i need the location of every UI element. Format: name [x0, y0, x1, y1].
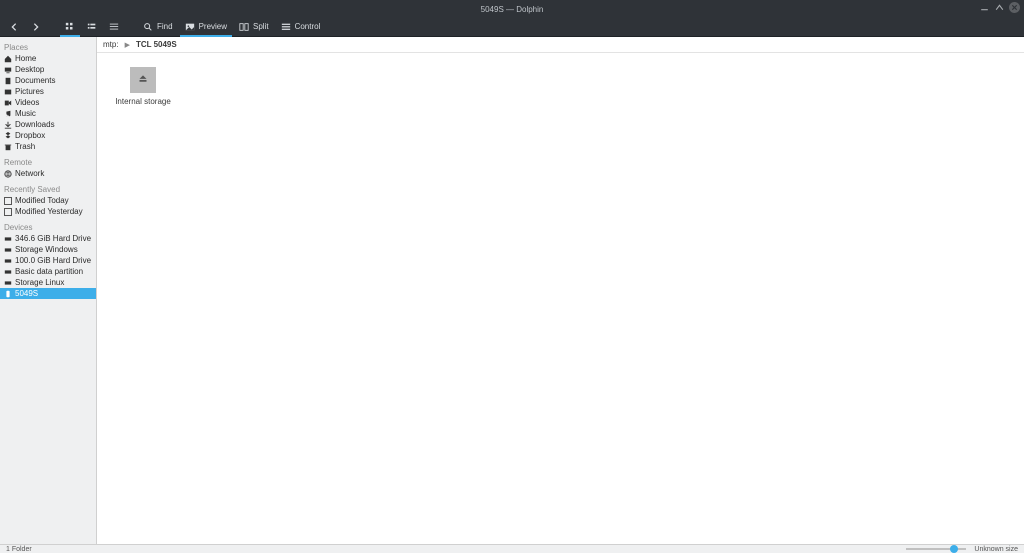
sidebar-item-downloads[interactable]: Downloads [0, 119, 96, 130]
downloads-icon [4, 121, 12, 129]
view-compact-button[interactable] [82, 19, 102, 37]
calendar-icon [4, 208, 12, 216]
sidebar-item-device-1[interactable]: Storage Windows [0, 244, 96, 255]
split-button[interactable]: Split [234, 19, 274, 37]
drive-icon [4, 268, 12, 276]
phone-icon [4, 290, 12, 298]
status-size: Unknown size [974, 546, 1018, 553]
trash-icon [4, 143, 12, 151]
sidebar-item-modified-yesterday[interactable]: Modified Yesterday [0, 206, 96, 217]
control-button[interactable]: Control [276, 19, 326, 37]
window-title: 5049S — Dolphin [481, 5, 544, 14]
main-area: mtp: ▶ TCL 5049S Internal storage [96, 37, 1024, 544]
music-icon [4, 110, 12, 118]
network-icon [4, 170, 12, 178]
search-icon [143, 22, 153, 32]
sidebar-item-documents[interactable]: Documents [0, 75, 96, 86]
view-icons-button[interactable] [60, 19, 80, 37]
sidebar-item-music[interactable]: Music [0, 108, 96, 119]
preview-icon [185, 22, 195, 32]
sidebar-item-desktop[interactable]: Desktop [0, 64, 96, 75]
sidebar-item-network[interactable]: Network [0, 168, 96, 179]
statusbar: 1 Folder Unknown size [0, 544, 1024, 553]
breadcrumb-segment-1[interactable]: TCL 5049S [136, 40, 177, 49]
dropbox-icon [4, 132, 12, 140]
sidebar-item-device-2[interactable]: 100.0 GiB Hard Drive [0, 255, 96, 266]
places-header: Places [0, 41, 96, 53]
sidebar-item-videos[interactable]: Videos [0, 97, 96, 108]
titlebar: 5049S — Dolphin [0, 0, 1024, 19]
file-label: Internal storage [111, 97, 175, 106]
split-icon [239, 22, 249, 32]
file-view[interactable]: Internal storage [97, 53, 1024, 544]
desktop-icon [4, 66, 12, 74]
zoom-slider[interactable] [906, 548, 966, 550]
minimize-button[interactable] [979, 2, 990, 13]
back-button[interactable] [4, 19, 24, 37]
removable-storage-icon [130, 67, 156, 93]
preview-button[interactable]: Preview [180, 19, 232, 37]
sidebar-item-pictures[interactable]: Pictures [0, 86, 96, 97]
breadcrumb-segment-0[interactable]: mtp: [103, 40, 119, 49]
forward-button[interactable] [26, 19, 46, 37]
devices-header: Devices [0, 221, 96, 233]
sidebar-item-device-5[interactable]: 5049S [0, 288, 96, 299]
drive-icon [4, 257, 12, 265]
details-icon [109, 22, 119, 32]
close-button[interactable] [1009, 2, 1020, 13]
sidebar-item-home[interactable]: Home [0, 53, 96, 64]
sidebar-item-device-0[interactable]: 346.6 GiB Hard Drive [0, 233, 96, 244]
status-count: 1 Folder [6, 546, 32, 553]
maximize-button[interactable] [994, 2, 1005, 13]
grid-icon [65, 22, 75, 32]
folder-internal-storage[interactable]: Internal storage [111, 67, 175, 106]
drive-icon [4, 235, 12, 243]
drive-icon [4, 279, 12, 287]
compact-icon [87, 22, 97, 32]
drive-icon [4, 246, 12, 254]
sidebar-item-modified-today[interactable]: Modified Today [0, 195, 96, 206]
home-icon [4, 55, 12, 63]
view-details-button[interactable] [104, 19, 124, 37]
menu-icon [281, 22, 291, 32]
videos-icon [4, 99, 12, 107]
sidebar-item-trash[interactable]: Trash [0, 141, 96, 152]
find-button[interactable]: Find [138, 19, 178, 37]
chevron-right-icon: ▶ [125, 41, 130, 49]
arrow-right-icon [31, 22, 41, 32]
toolbar: Find Preview Split Control [0, 19, 1024, 37]
documents-icon [4, 77, 12, 85]
sidebar-item-dropbox[interactable]: Dropbox [0, 130, 96, 141]
remote-header: Remote [0, 156, 96, 168]
sidebar-item-device-4[interactable]: Storage Linux [0, 277, 96, 288]
breadcrumb[interactable]: mtp: ▶ TCL 5049S [97, 37, 1024, 53]
pictures-icon [4, 88, 12, 96]
arrow-left-icon [9, 22, 19, 32]
sidebar: Places Home Desktop Documents Pictures V… [0, 37, 96, 544]
recent-header: Recently Saved [0, 183, 96, 195]
sidebar-item-device-3[interactable]: Basic data partition [0, 266, 96, 277]
calendar-icon [4, 197, 12, 205]
